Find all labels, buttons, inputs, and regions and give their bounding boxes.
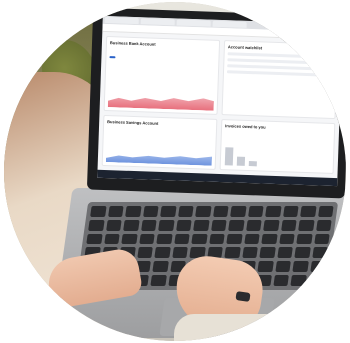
- keyboard-key: [86, 233, 103, 245]
- browser-tab: [176, 19, 211, 27]
- keyboard-key: [272, 275, 289, 286]
- watchlist-row: [226, 70, 334, 77]
- keyboard-key: [317, 206, 334, 217]
- dashboard-content: Business Bank Account Account watchlist …: [98, 32, 343, 178]
- keyboard-key: [90, 206, 107, 217]
- keyboard-key: [224, 247, 241, 259]
- keyboard-key: [228, 219, 245, 231]
- keyboard-key: [142, 206, 159, 217]
- keyboard-key: [294, 247, 311, 259]
- keyboard-key: [107, 206, 124, 217]
- keyboard-key: [307, 275, 324, 286]
- keyboard-key: [160, 206, 177, 217]
- keyboard-key: [259, 247, 276, 259]
- browser-tab: [140, 18, 175, 26]
- keyboard-key: [313, 233, 330, 245]
- keyboard-key: [226, 233, 243, 245]
- keyboard-key: [247, 206, 264, 217]
- keyboard-key: [274, 261, 291, 273]
- keyboard-key: [230, 206, 247, 217]
- card-title: Account watchlist: [227, 44, 263, 51]
- keyboard-key: [290, 275, 307, 286]
- keyboard-key: [241, 247, 258, 259]
- keyboard-key: [243, 233, 260, 245]
- invoice-bar: [224, 147, 234, 166]
- keyboard-key: [171, 247, 188, 259]
- card-business-bank-account: Business Bank Account: [103, 35, 221, 115]
- keyboard-key: [263, 219, 280, 231]
- keyboard-key: [121, 233, 138, 245]
- keyboard-key: [154, 247, 171, 259]
- keyboard-key: [152, 261, 169, 273]
- keyboard-key: [125, 206, 142, 217]
- sleeve: [174, 314, 294, 341]
- keyboard-key: [245, 219, 262, 231]
- keyboard-key: [123, 219, 140, 231]
- keyboard-key: [103, 233, 120, 245]
- balance-area-chart: [108, 91, 214, 111]
- card-account-watchlist: Account watchlist: [221, 40, 339, 120]
- keyboard-key: [140, 219, 157, 231]
- invoice-bar: [236, 156, 246, 166]
- keyboard-key: [311, 247, 328, 259]
- card-business-savings-account: Business Savings Account: [101, 114, 218, 170]
- keyboard-key: [276, 247, 293, 259]
- laptop-screen: Business Bank Account Account watchlist …: [97, 15, 343, 187]
- keyboard-key: [292, 261, 309, 273]
- card-title: Business Savings Account: [107, 119, 159, 126]
- browser-tab: [104, 16, 139, 25]
- invoice-bar: [248, 161, 257, 167]
- keyboard-key: [136, 247, 153, 259]
- keyboard-key: [156, 233, 173, 245]
- keyboard-key: [138, 233, 155, 245]
- keyboard-key: [261, 233, 278, 245]
- keyboard-key: [150, 275, 167, 286]
- keyboard-key: [278, 233, 295, 245]
- keyboard-key: [193, 219, 210, 231]
- keyboard-key: [282, 206, 299, 217]
- keyboard-key: [88, 219, 105, 231]
- card-invoices-owed: Invoices owed to you: [219, 119, 336, 175]
- keyboard-key: [298, 219, 315, 231]
- keyboard-key: [257, 261, 274, 273]
- keyboard-key: [177, 206, 194, 217]
- card-button: [109, 56, 116, 59]
- keyboard-key: [280, 219, 297, 231]
- circular-photo: Business Bank Account Account watchlist …: [4, 2, 346, 341]
- keyboard-key: [296, 233, 313, 245]
- browser-tab: [212, 20, 247, 28]
- keyboard-key: [309, 261, 326, 273]
- invoice-bars: [224, 147, 258, 167]
- keyboard-key: [210, 219, 227, 231]
- keyboard-key: [300, 206, 317, 217]
- keyboard-key: [208, 233, 225, 245]
- card-title: Invoices owed to you: [225, 123, 266, 130]
- keyboard-key: [191, 233, 208, 245]
- savings-area-chart: [106, 148, 212, 166]
- keyboard-key: [173, 233, 190, 245]
- keyboard-key: [175, 219, 192, 231]
- ring: [235, 291, 251, 302]
- keyboard-key: [195, 206, 212, 217]
- keyboard-key: [265, 206, 282, 217]
- keyboard-key: [105, 219, 122, 231]
- photo-stage: Business Bank Account Account watchlist …: [0, 0, 350, 343]
- card-title: Business Bank Account: [109, 40, 156, 47]
- keyboard-key: [315, 219, 332, 231]
- keyboard-key: [158, 219, 175, 231]
- keyboard-key: [212, 206, 229, 217]
